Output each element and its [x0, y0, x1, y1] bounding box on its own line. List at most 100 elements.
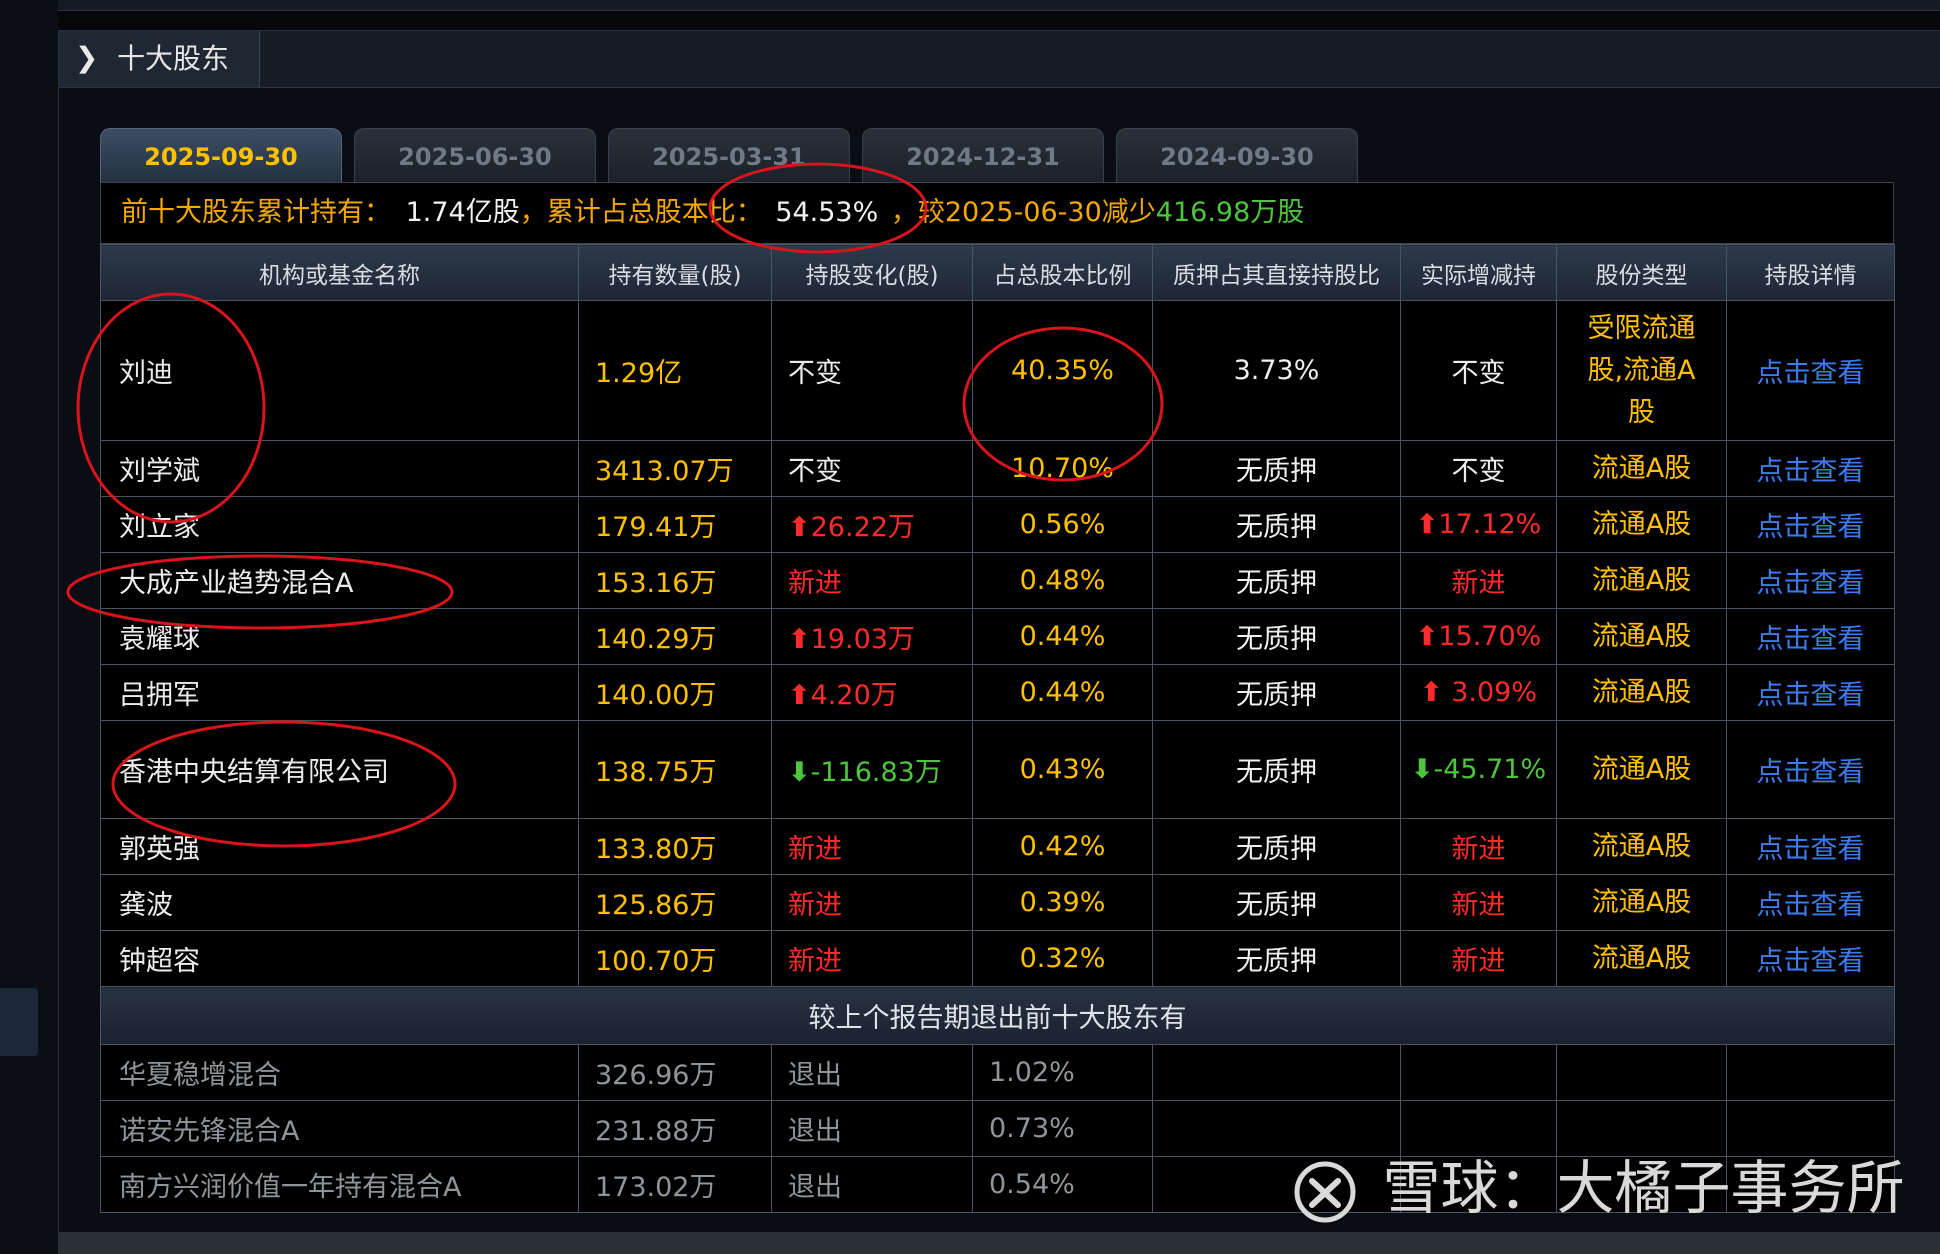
side-collapse-tab[interactable] [0, 988, 38, 1056]
view-detail-link[interactable]: 点击查看 [1757, 890, 1865, 921]
pledge-ratio: 无质押 [1152, 720, 1401, 819]
pledge-ratio: 无质押 [1152, 930, 1401, 987]
tab-2025-09-30[interactable]: 2025-09-30 [100, 128, 342, 183]
actual-change: 新进 [1400, 818, 1557, 875]
exited-holding: 173.02万 [578, 1156, 772, 1213]
view-detail-link[interactable]: 点击查看 [1757, 568, 1865, 599]
table-row: 龚波 125.86万 新进 0.39% 无质押 新进 流通A股 点击查看 [100, 874, 1895, 931]
actual-change: 不变 [1400, 440, 1557, 497]
holding-change: 新进 [771, 874, 973, 931]
holding-change-value: 新进 [788, 946, 842, 977]
share-ratio: 0.48% [972, 552, 1153, 609]
view-detail-link[interactable]: 点击查看 [1757, 624, 1865, 655]
holding-change: ⬆4.20万 [771, 664, 973, 721]
left-edge-strip [0, 0, 58, 1254]
col-header-actual: 实际增减持 [1400, 244, 1557, 301]
share-ratio: 10.70% [972, 440, 1153, 497]
view-detail-link[interactable]: 点击查看 [1757, 512, 1865, 543]
summary-mid: ，累计占总股本比： [519, 197, 763, 228]
share-ratio: 0.39% [972, 874, 1153, 931]
pledge-ratio: 无质押 [1152, 440, 1401, 497]
detail-cell: 点击查看 [1726, 874, 1895, 931]
actual-change: ⬆17.12% [1400, 496, 1557, 553]
pledge-ratio: 无质押 [1152, 874, 1401, 931]
share-type: 受限流通股,流通A股 [1556, 300, 1727, 441]
holding-change-value: 19.03万 [810, 624, 915, 655]
shareholder-name: 刘立家 [100, 496, 579, 553]
table-header-row: 机构或基金名称 持有数量(股) 持股变化(股) 占总股本比例 质押占其直接持股比… [100, 244, 1895, 301]
shareholder-name: 郭英强 [100, 818, 579, 875]
share-type: 流通A股 [1556, 496, 1727, 553]
pledge-ratio: 无质押 [1152, 818, 1401, 875]
view-detail-link[interactable]: 点击查看 [1757, 757, 1865, 788]
top-bar [58, 0, 1940, 11]
actual-change-value: 新进 [1451, 946, 1506, 977]
shareholder-name: 吕拥军 [100, 664, 579, 721]
exited-ratio: 0.73% [972, 1100, 1153, 1157]
arrow-up-icon: ⬆ [1415, 621, 1439, 652]
arrow-up-icon: ⬆ [1420, 677, 1443, 708]
actual-change: 新进 [1400, 874, 1557, 931]
holding-amount: 138.75万 [578, 720, 772, 819]
holding-change: ⬆26.22万 [771, 496, 973, 553]
share-ratio: 0.56% [972, 496, 1153, 553]
tab-2024-09-30[interactable]: 2024-09-30 [1116, 128, 1358, 183]
table-row: 大成产业趋势混合A 153.16万 新进 0.48% 无质押 新进 流通A股 点击查看 [100, 552, 1895, 609]
shareholders-table: 机构或基金名称 持有数量(股) 持股变化(股) 占总股本比例 质押占其直接持股比… [100, 244, 1895, 1213]
share-type: 流通A股 [1556, 608, 1727, 665]
actual-change-value: 新进 [1451, 568, 1506, 599]
col-header-name: 机构或基金名称 [100, 244, 579, 301]
exited-name: 诺安先锋混合A [100, 1100, 579, 1157]
shareholder-name: 刘学斌 [100, 440, 579, 497]
tab-2025-06-30[interactable]: 2025-06-30 [354, 128, 596, 183]
actual-change: 新进 [1400, 930, 1557, 987]
holding-change: ⬇-116.83万 [771, 720, 973, 819]
col-header-detail: 持股详情 [1726, 244, 1895, 301]
summary-comma: ， [890, 197, 918, 228]
shareholder-name: 大成产业趋势混合A [100, 552, 579, 609]
share-type: 流通A股 [1556, 720, 1727, 819]
arrow-up-icon: ⬆ [1415, 509, 1439, 540]
actual-change: ⬆15.70% [1400, 608, 1557, 665]
pledge-ratio: 无质押 [1152, 608, 1401, 665]
exited-change: 退出 [771, 1156, 973, 1213]
share-type: 流通A股 [1556, 874, 1727, 931]
share-type: 流通A股 [1556, 930, 1727, 987]
table-row: 郭英强 133.80万 新进 0.42% 无质押 新进 流通A股 点击查看 [100, 818, 1895, 875]
arrow-down-icon: ⬇ [788, 757, 811, 788]
summary-lead: 前十大股东累计持有： [121, 197, 391, 228]
watermark-site: 雪球 [1382, 1154, 1499, 1222]
share-ratio: 40.35% [972, 300, 1153, 441]
arrow-up-icon: ⬆ [788, 680, 811, 711]
summary-delta: 416.98万股 [1155, 197, 1305, 228]
share-ratio: 0.44% [972, 608, 1153, 665]
holding-amount: 153.16万 [578, 552, 772, 609]
actual-change: ⬆ 3.09% [1400, 664, 1557, 721]
holding-amount: 179.41万 [578, 496, 772, 553]
table-row: 袁耀球 140.29万 ⬆19.03万 0.44% 无质押 ⬆15.70% 流通A股 点击查看 [100, 608, 1895, 665]
arrow-up-icon: ⬆ [788, 512, 811, 543]
exited-name: 华夏稳增混合 [100, 1044, 579, 1101]
tab-2024-12-31[interactable]: 2024-12-31 [862, 128, 1104, 183]
holding-change-value: 新进 [788, 568, 842, 599]
col-header-change: 持股变化(股) [771, 244, 973, 301]
actual-change: 新进 [1400, 552, 1557, 609]
holding-amount: 125.86万 [578, 874, 772, 931]
shareholder-name: 钟超容 [100, 930, 579, 987]
view-detail-link[interactable]: 点击查看 [1757, 456, 1865, 487]
tab-2025-03-31[interactable]: 2025-03-31 [608, 128, 850, 183]
watermark-sep: ： [1498, 1154, 1557, 1222]
view-detail-link[interactable]: 点击查看 [1757, 834, 1865, 865]
detail-cell: 点击查看 [1726, 552, 1895, 609]
share-ratio: 0.32% [972, 930, 1153, 987]
share-type: 流通A股 [1556, 552, 1727, 609]
view-detail-link[interactable]: 点击查看 [1757, 680, 1865, 711]
holding-amount: 140.00万 [578, 664, 772, 721]
view-detail-link[interactable]: 点击查看 [1757, 358, 1865, 389]
panel-header-tab[interactable]: ❯ 十大股东 [59, 31, 260, 87]
table-row: 刘立家 179.41万 ⬆26.22万 0.56% 无质押 ⬆17.12% 流通A股 点击查看 [100, 496, 1895, 553]
detail-cell: 点击查看 [1726, 608, 1895, 665]
view-detail-link[interactable]: 点击查看 [1757, 946, 1865, 977]
exited-section-header: 较上个报告期退出前十大股东有 [100, 986, 1895, 1045]
holding-change-value: 不变 [788, 456, 842, 487]
